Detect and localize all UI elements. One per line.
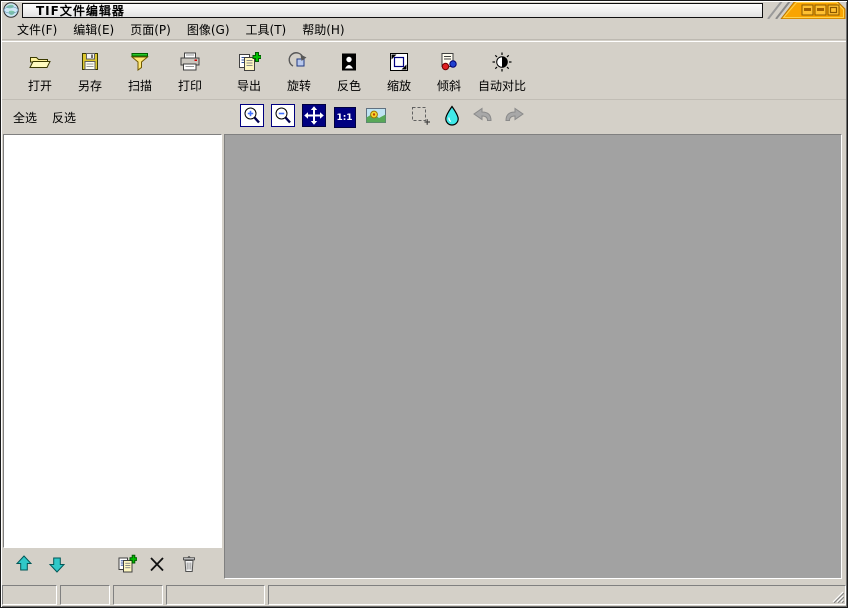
zoom-in-icon (239, 104, 264, 131)
rotate-button[interactable]: 旋转 (274, 50, 324, 94)
delete-x-icon (150, 557, 164, 572)
trash-icon (183, 556, 195, 572)
actual-size-button[interactable]: 1:1 (332, 106, 357, 130)
move-up-button[interactable] (14, 554, 34, 574)
deskew-label: 倾斜 (436, 79, 461, 93)
zoom-out-icon (270, 104, 295, 131)
status-panel-5 (268, 585, 846, 605)
invert-colors-icon (337, 51, 361, 77)
select-all-button[interactable]: 全选 (13, 109, 37, 126)
status-panel-1 (2, 585, 57, 605)
photo-icon (364, 104, 388, 131)
color-picker-button[interactable] (439, 104, 464, 131)
rotate-label: 旋转 (286, 79, 311, 93)
main-toolbar: 打开 另存 扫描 打印 导出 旋转 反色 缩放 倾斜 自动对比 (2, 41, 846, 100)
scanner-funnel-icon (128, 51, 152, 77)
deskew-button[interactable]: 倾斜 (424, 50, 474, 94)
undo-icon (471, 104, 495, 131)
move-down-button[interactable] (47, 554, 67, 574)
select-region-button[interactable] (408, 106, 433, 130)
menu-help[interactable]: 帮助(H) (294, 19, 352, 40)
image-canvas (224, 134, 842, 579)
status-panel-3 (113, 585, 163, 605)
zoom-out-button[interactable] (270, 104, 295, 131)
maximize-button[interactable] (814, 4, 827, 16)
view-image-button[interactable] (363, 106, 388, 130)
invert-selection-button[interactable]: 反选 (52, 109, 76, 126)
print-button[interactable]: 打印 (165, 50, 215, 94)
open-folder-icon (28, 51, 52, 77)
move-up-icon (15, 555, 33, 571)
undo-button[interactable] (470, 106, 495, 130)
open-label: 打开 (27, 79, 52, 93)
floppy-save-icon (78, 51, 102, 77)
resize-grip[interactable] (831, 590, 845, 604)
paste-page-button[interactable] (117, 554, 138, 574)
actual-size-icon: 1:1 (333, 107, 356, 128)
invert-colors-button[interactable]: 反色 (324, 50, 374, 94)
zoom-in-button[interactable] (239, 104, 264, 131)
menu-edit[interactable]: 编辑(E) (65, 19, 122, 40)
scale-resize-icon (387, 51, 411, 77)
scan-label: 扫描 (127, 79, 152, 93)
trash-button[interactable] (179, 554, 199, 574)
menu-tools[interactable]: 工具(T) (238, 19, 295, 40)
menu-file[interactable]: 文件(F) (9, 19, 65, 40)
save-as-label: 另存 (77, 79, 102, 93)
window-controls (762, 0, 846, 20)
paste-add-icon (118, 554, 138, 573)
redo-icon (502, 104, 526, 131)
scale-button[interactable]: 缩放 (374, 50, 424, 94)
export-copy-plus-icon (237, 51, 262, 77)
printer-icon (178, 51, 202, 77)
menubar: 文件(F) 编辑(E) 页面(P) 图像(G) 工具(T) 帮助(H) (2, 19, 846, 40)
export-button[interactable]: 导出 (224, 50, 274, 94)
page-select-bar: 全选 反选 (2, 101, 221, 134)
redo-button[interactable] (501, 106, 526, 130)
fit-window-button[interactable] (301, 104, 326, 131)
menu-image[interactable]: 图像(G) (179, 19, 238, 40)
auto-contrast-icon (490, 51, 514, 77)
rotate-icon (287, 51, 311, 77)
view-toolbar: 1:1 (225, 101, 844, 134)
scan-button[interactable]: 扫描 (115, 50, 165, 94)
select-region-icon (409, 104, 433, 131)
invert-colors-label: 反色 (336, 79, 361, 93)
deskew-icon (437, 51, 461, 77)
thumbnail-list-panel (3, 134, 222, 548)
status-panel-4 (166, 585, 265, 605)
fit-window-icon (301, 104, 326, 131)
scale-label: 缩放 (386, 79, 411, 93)
status-bar (2, 581, 846, 606)
print-label: 打印 (177, 79, 202, 93)
save-as-button[interactable]: 另存 (65, 50, 115, 94)
auto-contrast-button[interactable]: 自动对比 (474, 50, 530, 94)
window-title: TIF文件编辑器 (36, 4, 125, 18)
status-panel-2 (60, 585, 110, 605)
move-down-icon (48, 557, 66, 573)
app-globe-icon (3, 2, 19, 18)
minimize-button[interactable] (801, 4, 814, 16)
titlebar[interactable]: TIF文件编辑器 (2, 0, 846, 20)
actual-size-label: 1:1 (336, 112, 353, 123)
page-action-bar (2, 549, 222, 579)
close-button[interactable] (827, 4, 840, 16)
title-plate: TIF文件编辑器 (22, 3, 763, 18)
auto-contrast-label: 自动对比 (478, 79, 527, 93)
open-button[interactable]: 打开 (15, 50, 65, 94)
export-label: 导出 (236, 79, 261, 93)
menu-page[interactable]: 页面(P) (122, 19, 179, 40)
color-drop-icon (440, 104, 464, 131)
delete-page-button[interactable] (147, 554, 167, 574)
